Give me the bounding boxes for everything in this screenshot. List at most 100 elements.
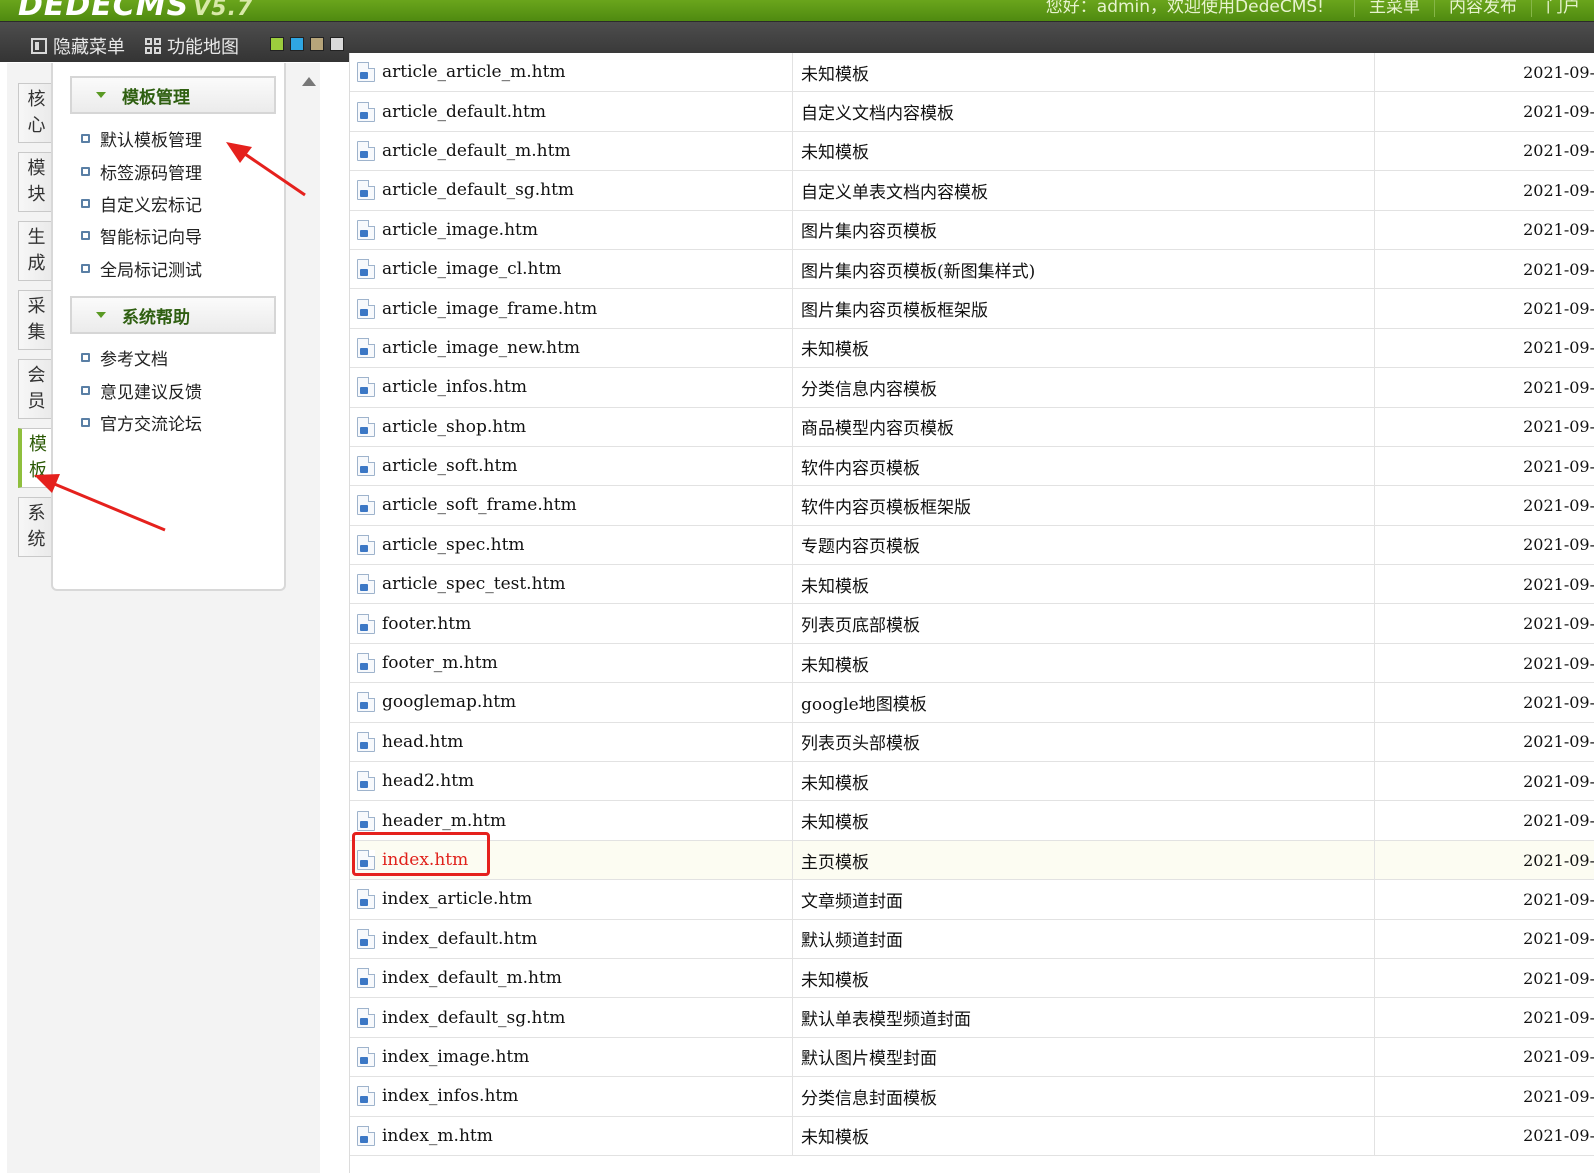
skin-swatch-1[interactable] [290, 37, 304, 51]
template-date: 2021-09- [1374, 407, 1594, 446]
template-file-link[interactable]: header_m.htm [382, 811, 506, 831]
left-sidebar: 核心模块生成采集会员模板系统 模板管理 默认模板管理 标签源码管理 自定义宏标记… [7, 63, 320, 1173]
table-row: article_spec_test.htm 未知模板 2021-09- [350, 565, 1594, 605]
menu-item-label: 全局标记测试 [100, 260, 202, 281]
template-file-link[interactable]: article_soft_frame.htm [382, 495, 577, 515]
menu-item-tag-wizard[interactable]: 智能标记向导 [81, 223, 202, 248]
menu-group-system-help[interactable]: 系统帮助 [70, 296, 276, 334]
template-file-link[interactable]: head.htm [382, 732, 463, 752]
filename-cell: index_infos.htm [357, 1077, 518, 1115]
skin-swatch-0[interactable] [270, 37, 284, 51]
table-row: googlemap.htm google地图模板 2021-09- [350, 683, 1594, 723]
scroll-up-arrow-icon[interactable] [302, 77, 316, 86]
template-file-link[interactable]: article_default.htm [382, 102, 546, 122]
template-file-link[interactable]: footer_m.htm [382, 653, 498, 673]
template-date: 2021-09- [1374, 683, 1594, 722]
filename-cell: article_spec.htm [357, 526, 525, 564]
side-tab-char: 集 [27, 322, 46, 343]
side-tab-4[interactable]: 会员 [18, 359, 54, 419]
template-file-link[interactable]: index_default.htm [382, 929, 537, 949]
template-file-link[interactable]: head2.htm [382, 771, 474, 791]
template-date: 2021-09- [1374, 210, 1594, 249]
filename-cell: footer.htm [357, 604, 471, 642]
template-file-link[interactable]: article_image_frame.htm [382, 299, 597, 319]
template-file-link[interactable]: index_default_sg.htm [382, 1008, 565, 1028]
file-icon [357, 574, 375, 595]
skin-swatch-3[interactable] [330, 37, 344, 51]
template-date: 2021-09- [1374, 486, 1594, 525]
file-icon [357, 653, 375, 674]
filename-cell: index_image.htm [357, 1038, 529, 1076]
side-tab-1[interactable]: 模块 [18, 152, 54, 212]
side-tab-char: 系 [27, 503, 46, 524]
file-icon [357, 810, 375, 831]
top-link-portal[interactable]: 门户 [1531, 0, 1594, 17]
table-row: index_article.htm 文章频道封面 2021-09- [350, 880, 1594, 920]
template-file-link[interactable]: article_article_m.htm [382, 62, 566, 82]
side-tab-char: 心 [27, 115, 46, 136]
side-tab-3[interactable]: 采集 [18, 290, 54, 350]
template-file-link[interactable]: index_article.htm [382, 889, 532, 909]
template-file-link[interactable]: article_infos.htm [382, 377, 527, 397]
template-description: 图片集内容页模板框架版 [792, 289, 1374, 328]
hide-menu-label: 隐藏菜单 [53, 37, 125, 58]
table-row: article_soft.htm 软件内容页模板 2021-09- [350, 446, 1594, 487]
template-file-link[interactable]: article_image.htm [382, 220, 538, 240]
menu-item-feedback[interactable]: 意见建议反馈 [81, 378, 202, 403]
menu-item-forum[interactable]: 官方交流论坛 [81, 410, 202, 435]
bullet-square-icon [81, 230, 90, 240]
filename-cell: article_default_m.htm [357, 132, 571, 170]
hide-menu-button[interactable]: 隐藏菜单 [31, 33, 125, 59]
table-row: footer_m.htm 未知模板 2021-09- [350, 643, 1594, 684]
template-file-link[interactable]: article_default_sg.htm [382, 180, 574, 200]
file-icon [357, 456, 375, 477]
template-file-link[interactable]: article_spec.htm [382, 535, 525, 555]
template-file-link[interactable]: article_shop.htm [382, 417, 526, 437]
skin-swatch-2[interactable] [310, 37, 324, 51]
side-tab-0[interactable]: 核心 [18, 83, 54, 143]
menu-item-reference-docs[interactable]: 参考文档 [81, 345, 168, 370]
template-file-link[interactable]: article_spec_test.htm [382, 574, 566, 594]
side-tab-5[interactable]: 模板 [18, 428, 54, 488]
site-map-button[interactable]: 功能地图 [145, 33, 239, 59]
top-link-main-menu[interactable]: 主菜单 [1354, 0, 1434, 17]
template-file-link[interactable]: article_default_m.htm [382, 141, 571, 161]
menu-item-default-template[interactable]: 默认模板管理 [81, 126, 202, 151]
template-file-link[interactable]: googlemap.htm [382, 692, 516, 712]
template-description: 默认单表模型频道封面 [792, 998, 1374, 1037]
collapse-triangle-icon [96, 92, 106, 98]
filename-cell: head2.htm [357, 762, 474, 800]
template-date: 2021-09- [1374, 919, 1594, 958]
table-row: index_infos.htm 分类信息封面模板 2021-09- [350, 1077, 1594, 1117]
template-file-link[interactable]: article_image_new.htm [382, 338, 580, 358]
template-file-link[interactable]: index_image.htm [382, 1047, 529, 1067]
template-description: 未知模板 [792, 328, 1374, 368]
file-icon [357, 731, 375, 752]
template-file-link[interactable]: article_soft.htm [382, 456, 517, 476]
template-file-link[interactable]: index_default_m.htm [382, 968, 562, 988]
table-row: article_default_m.htm 未知模板 2021-09- [350, 131, 1594, 172]
template-description: 图片集内容页模板(新图集样式) [792, 249, 1374, 289]
menu-item-custom-macro[interactable]: 自定义宏标记 [81, 191, 202, 216]
template-description: 未知模板 [792, 1116, 1374, 1155]
menu-item-tag-source[interactable]: 标签源码管理 [81, 159, 202, 184]
menu-group-title: 系统帮助 [122, 307, 190, 328]
template-description: 商品模型内容页模板 [792, 407, 1374, 446]
template-file-link[interactable]: article_image_cl.htm [382, 259, 561, 279]
side-tab-6[interactable]: 系统 [18, 497, 54, 557]
template-description: 列表页头部模板 [792, 722, 1374, 762]
table-row: article_spec.htm 专题内容页模板 2021-09- [350, 525, 1594, 566]
welcome-text: 您好：admin，欢迎使用DedeCMS! [1045, 0, 1324, 17]
template-file-link[interactable]: footer.htm [382, 614, 471, 634]
menu-group-template-manage[interactable]: 模板管理 [70, 76, 276, 114]
template-file-link[interactable]: index_m.htm [382, 1126, 493, 1146]
template-date: 2021-09- [1374, 368, 1594, 407]
top-links: 您好：admin，欢迎使用DedeCMS! 主菜单 内容发布 门户 [1046, 0, 1594, 17]
template-date: 2021-09- [1374, 604, 1594, 643]
menu-item-global-tag-test[interactable]: 全局标记测试 [81, 256, 202, 281]
template-file-link[interactable]: index_infos.htm [382, 1086, 518, 1106]
filename-cell: article_image.htm [357, 211, 538, 249]
top-link-publish[interactable]: 内容发布 [1434, 0, 1531, 17]
side-tab-char: 模 [29, 434, 47, 455]
side-tab-2[interactable]: 生成 [18, 221, 54, 281]
